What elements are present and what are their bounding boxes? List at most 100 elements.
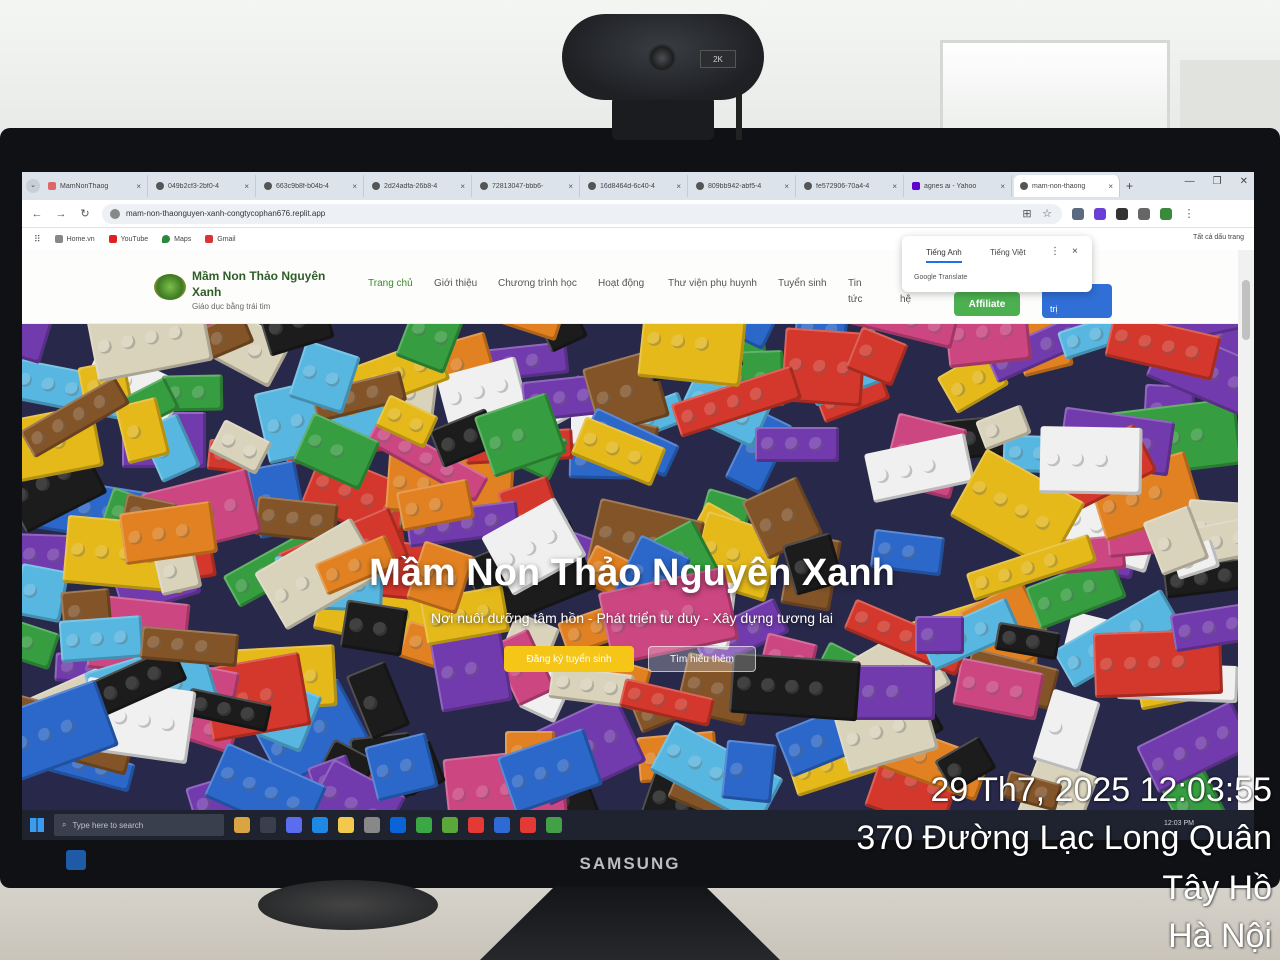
- app-icon[interactable]: [520, 817, 536, 833]
- extension-icon[interactable]: [1116, 207, 1128, 220]
- browser-tab[interactable]: 2d24adfa-26b8-4 ×: [366, 175, 472, 197]
- tab-close-icon[interactable]: ×: [568, 182, 573, 191]
- youtube-icon[interactable]: [468, 817, 484, 833]
- copilot-icon[interactable]: [286, 817, 302, 833]
- browser-tab[interactable]: 16d8464d-6c40-4 ×: [582, 175, 688, 197]
- home-icon[interactable]: [1160, 207, 1172, 220]
- forward-icon[interactable]: →: [54, 208, 68, 220]
- tab-close-icon[interactable]: ×: [676, 182, 681, 191]
- tab-close-icon[interactable]: ×: [460, 182, 465, 191]
- nav-item[interactable]: Tuyển sinh: [778, 276, 828, 292]
- minimize-icon[interactable]: —: [1185, 176, 1195, 187]
- nav-item[interactable]: Chương trình học: [498, 276, 578, 292]
- close-window-icon[interactable]: ✕: [1240, 176, 1248, 187]
- browser-tab[interactable]: fe572906-70a4-4 ×: [798, 175, 904, 197]
- tab-label: 16d8464d-6c40-4: [600, 182, 655, 190]
- nav-item[interactable]: Tin tức: [848, 276, 878, 308]
- brand[interactable]: Mầm Non Thảo Nguyên Xanh Giáo dục bằng t…: [192, 268, 352, 311]
- new-tab-button[interactable]: +: [1126, 179, 1133, 193]
- edge-icon[interactable]: [312, 817, 328, 833]
- tab-close-icon[interactable]: ×: [1000, 182, 1005, 191]
- bookmark-list: Home.vn YouTube Maps Gmail: [54, 235, 236, 243]
- nav-item[interactable]: Giới thiệu: [434, 276, 482, 292]
- translate-target-tab[interactable]: Tiếng Việt: [990, 248, 1026, 257]
- browser-tab[interactable]: MamNonThaog ×: [42, 175, 148, 197]
- tab-search-icon[interactable]: ⌄: [26, 179, 40, 193]
- browser-menu-icon[interactable]: ⋮: [1182, 207, 1196, 220]
- bookmark-item[interactable]: YouTube: [108, 235, 148, 243]
- tab-close-icon[interactable]: ×: [352, 182, 357, 191]
- browser-tab[interactable]: agnes ai - Yahoo ×: [906, 175, 1012, 197]
- bookmark-label: Home.vn: [66, 235, 95, 243]
- browser-tab[interactable]: mam-non-thaong ×: [1014, 175, 1120, 197]
- tab-close-icon[interactable]: ×: [1108, 182, 1113, 191]
- brand-name: Mầm Non Thảo Nguyên Xanh: [192, 269, 326, 299]
- widgets-icon[interactable]: [234, 817, 250, 833]
- translate-close-icon[interactable]: ×: [1072, 246, 1078, 257]
- windows-start-icon[interactable]: [30, 818, 44, 832]
- back-icon[interactable]: ←: [30, 208, 44, 220]
- photo-datetime: 29 Th7, 2025 12:03:55: [930, 771, 1272, 809]
- tab-list: MamNonThaog × 049b2cf3-2bf0-4 × 663c9b8f-b04…: [40, 175, 1120, 197]
- site-info-icon[interactable]: [110, 208, 120, 219]
- bookmark-label: Gmail: [217, 235, 236, 243]
- browser-tab[interactable]: 663c9b8f-b04b-4 ×: [258, 175, 364, 197]
- task-view-icon[interactable]: [260, 817, 276, 833]
- globe-icon: [696, 182, 704, 190]
- bookmark-item[interactable]: Gmail: [205, 235, 236, 243]
- translate-brand: Google Translate: [914, 274, 968, 281]
- webcam-lens-icon: [648, 44, 676, 72]
- tab-close-icon[interactable]: ×: [244, 182, 249, 191]
- taskbar-search[interactable]: ⌕ Type here to search: [54, 814, 224, 836]
- reload-icon[interactable]: ↻: [78, 207, 92, 220]
- globe-icon: [372, 182, 380, 190]
- nav-item[interactable]: Trang chủ: [368, 276, 418, 292]
- tab-label: agnes ai - Yahoo: [924, 182, 977, 190]
- tab-close-icon[interactable]: ×: [784, 182, 789, 191]
- nav-item[interactable]: Hoạt động: [598, 276, 648, 292]
- page-scrollbar[interactable]: [1238, 250, 1254, 810]
- nav-item[interactable]: hệ: [900, 292, 930, 308]
- globe-icon: [264, 182, 272, 190]
- teams-icon[interactable]: [494, 817, 510, 833]
- browser-tab[interactable]: 049b2cf3-2bf0-4 ×: [150, 175, 256, 197]
- youtube-icon: [108, 235, 117, 243]
- window-controls: — ❐ ✕: [1185, 176, 1248, 187]
- apps-grid-icon[interactable]: ⠿: [34, 234, 41, 245]
- register-button[interactable]: Đăng ký tuyển sinh: [504, 646, 634, 672]
- chrome-icon[interactable]: [416, 817, 432, 833]
- extensions-puzzle-icon[interactable]: [1138, 207, 1150, 220]
- browser-tab[interactable]: 72813047-bbb6- ×: [474, 175, 580, 197]
- tab-label: 663c9b8f-b04b-4: [276, 182, 329, 190]
- nav-item[interactable]: Thư viện phụ huynh: [668, 276, 758, 292]
- store-icon[interactable]: [364, 817, 380, 833]
- scrollbar-thumb[interactable]: [1242, 280, 1250, 340]
- all-bookmarks-button[interactable]: Tất cả dấu trang: [1193, 234, 1244, 241]
- outlook-icon[interactable]: [390, 817, 406, 833]
- tab-close-icon[interactable]: ×: [892, 182, 897, 191]
- school-logo[interactable]: [154, 274, 186, 300]
- extension-icon[interactable]: [1094, 207, 1106, 220]
- bookmark-item[interactable]: Home.vn: [54, 235, 95, 243]
- tab-label: 809bb942-abf5-4: [708, 182, 762, 190]
- extension-icon[interactable]: [1072, 207, 1084, 220]
- affiliate-button[interactable]: Affiliate: [954, 292, 1020, 316]
- search-icon: ⌕: [62, 820, 67, 829]
- file-explorer-icon[interactable]: [338, 817, 354, 833]
- monitor-brand-logo: SAMSUNG: [579, 854, 681, 873]
- bookmark-item[interactable]: Maps: [162, 235, 191, 243]
- tab-label: MamNonThaog: [60, 182, 109, 190]
- home-vn-icon: [54, 235, 63, 243]
- bookmark-star-icon[interactable]: ☆: [1040, 207, 1054, 220]
- translate-icon[interactable]: ⊞: [1020, 207, 1034, 220]
- tab-close-icon[interactable]: ×: [136, 182, 141, 191]
- translate-source-tab[interactable]: Tiếng Anh: [926, 248, 962, 263]
- browser-tab[interactable]: 809bb942-abf5-4 ×: [690, 175, 796, 197]
- excel-icon[interactable]: [442, 817, 458, 833]
- learn-more-button[interactable]: Tìm hiểu thêm: [648, 646, 756, 672]
- url-input[interactable]: mam-non-thaonguyen-xanh-congtycophan676.…: [102, 203, 1062, 224]
- translate-more-icon[interactable]: ⋮: [1050, 246, 1060, 257]
- brand-tagline: Giáo dục bằng trái tim: [192, 302, 271, 311]
- maximize-icon[interactable]: ❐: [1213, 176, 1222, 187]
- chrome-active-icon[interactable]: [546, 817, 562, 833]
